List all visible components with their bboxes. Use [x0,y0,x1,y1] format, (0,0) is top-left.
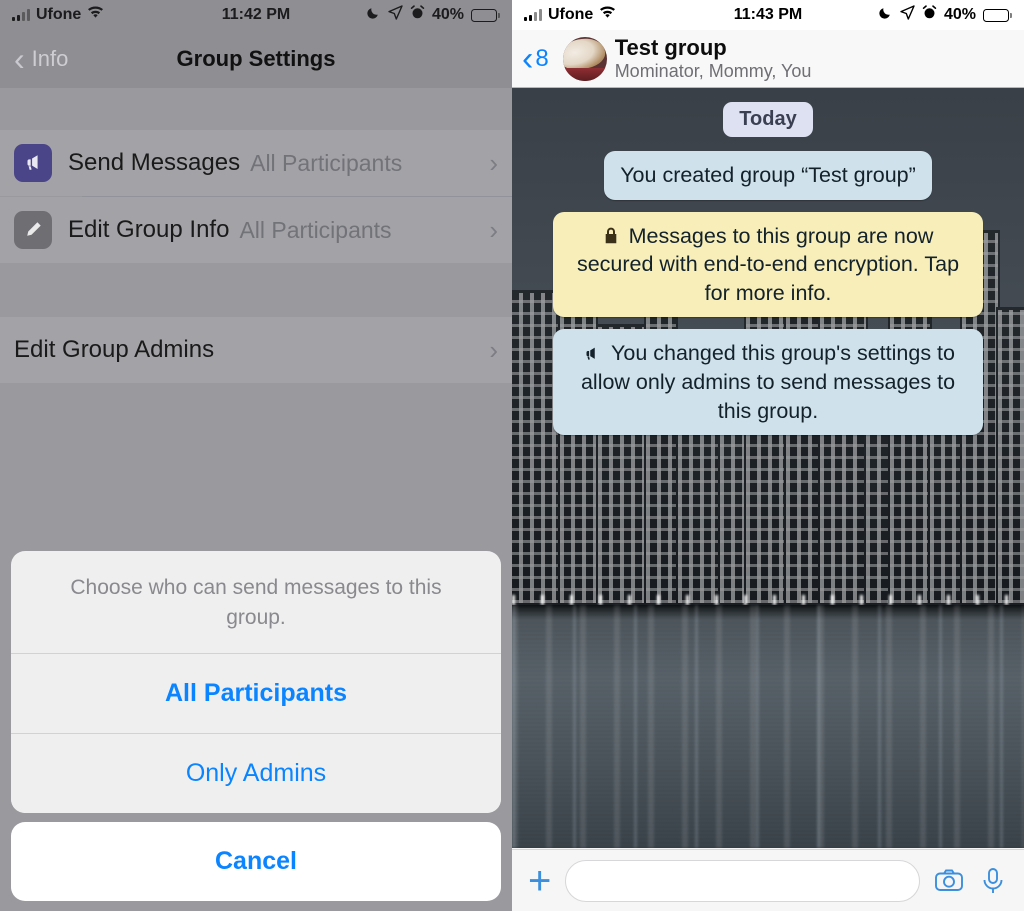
message-composer: + [512,849,1024,911]
battery-percent-label: 40% [943,6,976,23]
navigation-bar-left: ‹ Info Group Settings [0,30,512,88]
settings-row-send-messages[interactable]: Send Messages All Participants › [0,130,512,196]
camera-icon[interactable] [934,866,964,896]
settings-row-label: Edit Group Admins [14,336,215,363]
unread-count-label: 8 [535,44,549,72]
back-button-with-unread-count[interactable]: ‹ 8 [522,42,549,76]
message-item[interactable]: You created group “Test group” [524,151,1012,200]
location-arrow-icon [388,5,403,25]
megaphone-icon [581,341,607,365]
chat-header-titles[interactable]: Test group Mominator, Mommy, You [615,35,812,82]
battery-icon [983,8,1012,22]
settings-row-label: Edit Group Info [68,216,230,243]
settings-row-value: All Participants [250,149,403,176]
battery-icon [471,8,500,22]
settings-row-label: Send Messages [68,149,241,176]
chat-message-area: Today You created group “Test group” Mes… [512,88,1024,848]
alarm-clock-icon [410,5,425,25]
date-separator: Today [524,102,1012,137]
battery-percent-label: 40% [431,6,464,23]
chat-title: Test group [614,34,727,60]
group-settings-change-text: You changed this group's settings to all… [580,341,956,423]
action-only-admins-button[interactable]: Only Admins [11,734,501,813]
settings-row-edit-group-admins[interactable]: Edit Group Admins › [0,317,512,383]
chevron-right-icon: › [489,335,498,365]
date-pill-label: Today [723,102,813,137]
moon-icon [366,5,381,25]
group-settings-panel: Ufone 11:42 PM 40% ‹ Info Group Settings… [0,0,512,911]
pencil-icon [14,211,52,249]
status-bar-left: Ufone 11:42 PM 40% [0,0,512,30]
settings-list: Send Messages All Participants › Edit Gr… [0,88,512,911]
group-settings-change-bubble: You changed this group's settings to all… [553,329,983,436]
navigation-bar-right: ‹ 8 Test group Mominator, Mommy, You [512,30,1024,88]
chevron-left-icon: ‹ [14,41,25,77]
chevron-right-icon: › [489,148,498,178]
list-section-gap [0,263,512,317]
lock-icon [603,224,625,248]
message-item[interactable]: Messages to this group are now secured w… [524,211,1012,318]
wallpaper-water-reflection [512,604,1024,848]
list-top-gap [0,88,512,130]
back-button-info[interactable]: ‹ Info [14,43,68,75]
avatar-detail [562,67,607,81]
action-sheet: Choose who can send messages to this gro… [11,551,501,901]
chevron-right-icon: › [489,215,498,245]
message-list: Today You created group “Test group” Mes… [512,88,1024,455]
cancel-button[interactable]: Cancel [11,822,501,901]
system-message-bubble: You created group “Test group” [604,151,932,200]
status-bar-right-group: 40% [878,5,1012,25]
status-bar-right-group: 40% [366,5,500,25]
settings-row-edit-group-info[interactable]: Edit Group Info All Participants › [0,197,512,263]
message-item[interactable]: You changed this group's settings to all… [524,329,1012,436]
encryption-notice-text: Messages to this group are now secured w… [576,223,960,305]
back-button-label: Info [31,46,69,71]
avatar[interactable] [562,36,607,81]
chat-participants: Mominator, Mommy, You [614,60,812,81]
plus-icon[interactable]: + [528,861,551,901]
action-sheet-title: Choose who can send messages to this gro… [70,576,442,630]
action-all-participants-button[interactable]: All Participants [11,654,501,733]
encryption-notice-bubble: Messages to this group are now secured w… [553,211,983,318]
microphone-icon[interactable] [978,866,1008,896]
chat-panel: Ufone 11:43 PM 40% ‹ 8 Test group Momina… [512,0,1024,911]
status-bar-right: Ufone 11:43 PM 40% [512,0,1024,30]
wallpaper-shore-lights [512,594,1024,605]
megaphone-icon [14,144,52,182]
alarm-clock-icon [922,5,937,25]
moon-icon [878,5,893,25]
settings-row-value: All Participants [239,216,392,243]
message-input[interactable] [565,859,920,902]
chevron-left-icon: ‹ [522,39,534,78]
action-sheet-group: Choose who can send messages to this gro… [11,551,501,813]
page-title: Group Settings [176,46,336,71]
location-arrow-icon [900,5,915,25]
